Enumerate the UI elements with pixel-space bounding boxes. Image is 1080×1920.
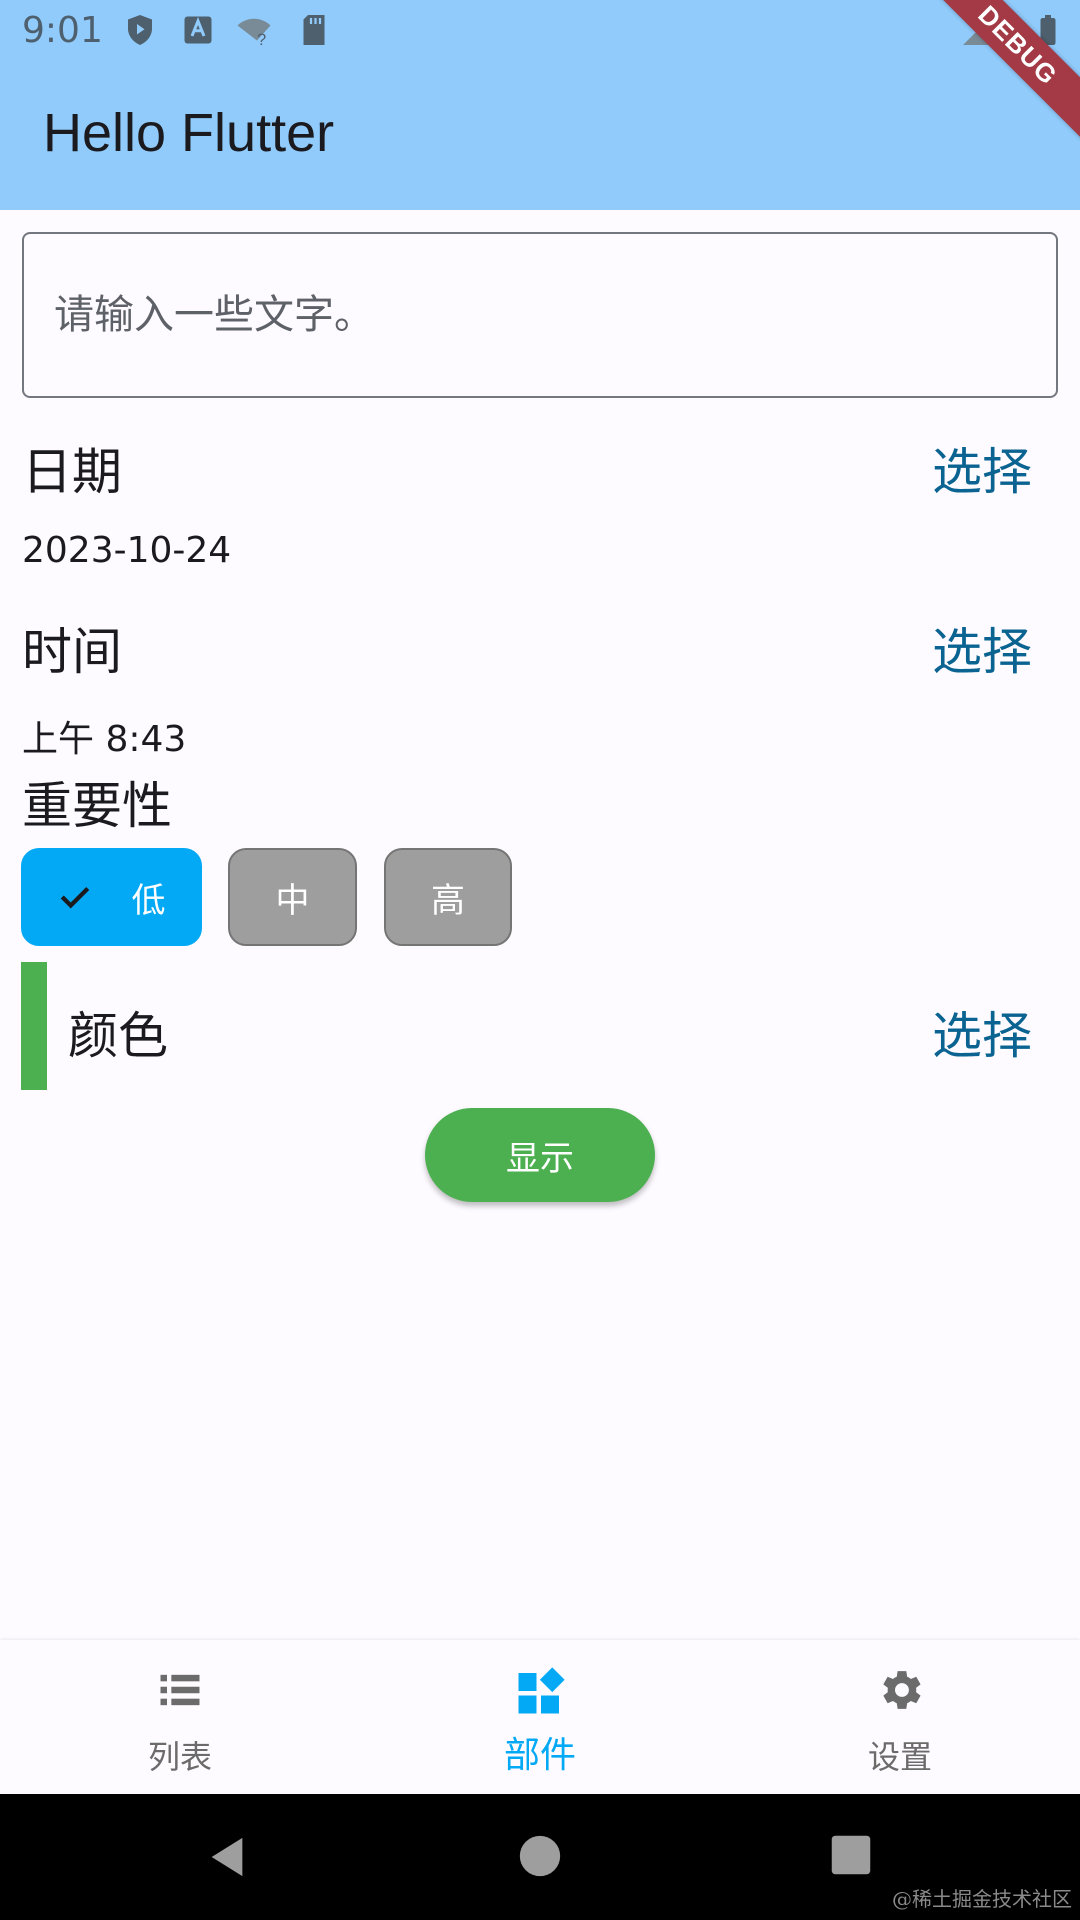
text-input[interactable] — [54, 234, 1024, 396]
widgets-icon — [518, 1667, 565, 1714]
nav-label: 部件 — [503, 1735, 576, 1776]
chip-label: 中 — [275, 880, 310, 921]
app-title: Hello Flutter — [43, 103, 335, 163]
play-protect-icon — [128, 15, 152, 45]
back-icon[interactable] — [204, 1834, 250, 1880]
color-swatch — [21, 962, 47, 1090]
status-time: 9:01 — [22, 10, 103, 51]
nav-item-list[interactable]: 列表 — [0, 1640, 360, 1794]
accessibility-a-icon — [184, 16, 212, 44]
nav-label: 列表 — [147, 1738, 212, 1776]
bottom-navigation: 列表 部件 设置 — [0, 1640, 1080, 1794]
show-button[interactable]: 显示 — [425, 1108, 655, 1202]
date-value: 2023-10-24 — [22, 530, 232, 571]
watermark: @稀土掘金技术社区 — [892, 1887, 1072, 1911]
importance-title: 重要性 — [22, 777, 172, 835]
date-title: 日期 — [22, 443, 122, 501]
recents-icon[interactable] — [830, 1834, 872, 1876]
importance-chip-medium[interactable]: 中 — [228, 848, 357, 946]
time-select-button[interactable]: 选择 — [932, 612, 1032, 684]
system-navigation-bar: @稀土掘金技术社区 — [0, 1794, 1080, 1920]
color-select-button[interactable]: 选择 — [932, 996, 1032, 1068]
home-icon[interactable] — [518, 1834, 562, 1878]
status-bar: 9:01 ? — [0, 0, 1080, 64]
list-icon — [160, 1674, 200, 1706]
check-icon — [60, 886, 89, 909]
wifi-question-icon: ? — [237, 18, 271, 48]
chip-label: 高 — [431, 880, 465, 921]
importance-chip-high[interactable]: 高 — [384, 848, 512, 946]
time-value: 上午 8:43 — [22, 719, 187, 760]
text-input-container — [22, 232, 1058, 398]
nav-item-settings[interactable]: 设置 — [720, 1640, 1080, 1794]
date-select-button[interactable]: 选择 — [932, 432, 1032, 504]
chip-label: 低 — [131, 880, 166, 921]
importance-chip-low[interactable]: 低 — [21, 848, 202, 946]
time-title: 时间 — [22, 623, 122, 681]
color-title: 颜色 — [68, 1007, 168, 1065]
nav-item-widgets[interactable]: 部件 — [360, 1640, 720, 1794]
settings-icon — [883, 1671, 921, 1709]
sd-card-icon — [303, 15, 325, 45]
nav-label: 设置 — [867, 1738, 932, 1776]
app-bar: Hello Flutter — [0, 64, 1080, 210]
svg-text:?: ? — [257, 31, 266, 48]
